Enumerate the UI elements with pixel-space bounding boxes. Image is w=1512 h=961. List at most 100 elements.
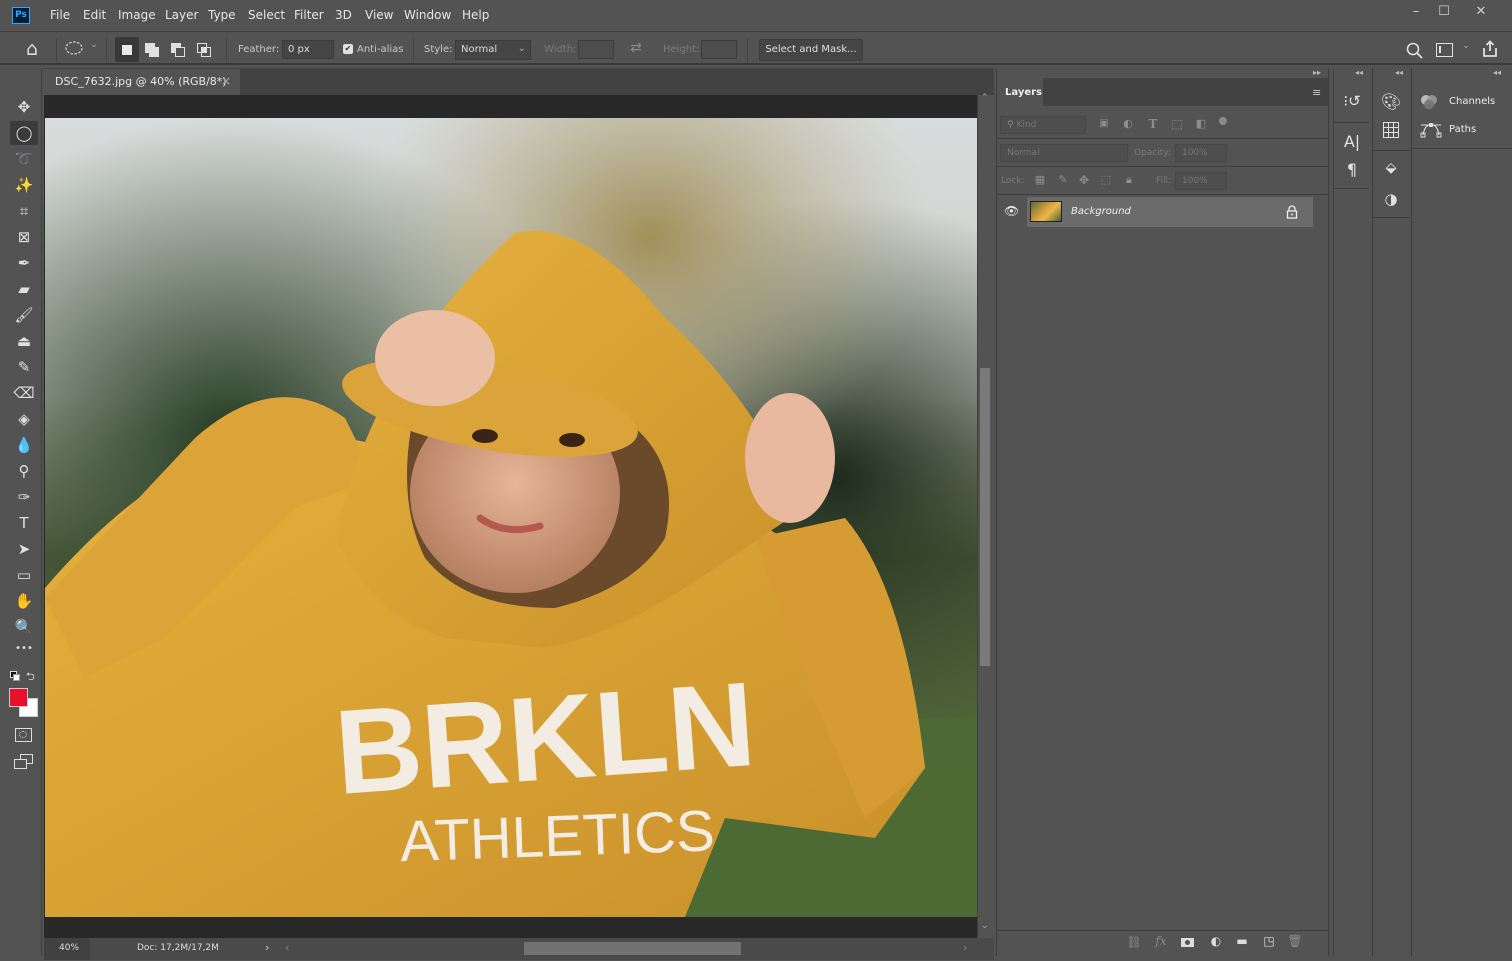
share-icon[interactable] bbox=[1481, 40, 1499, 58]
eyedropper-tool[interactable]: ✒ bbox=[10, 251, 38, 275]
color-palette-icon[interactable]: 🎨︎ bbox=[1380, 92, 1402, 111]
tab-layers[interactable]: Layers bbox=[997, 78, 1043, 107]
libraries-icon[interactable]: ⬙ bbox=[1380, 160, 1402, 176]
lasso-tool[interactable]: ➰ bbox=[10, 147, 38, 171]
document-image[interactable]: BRKLN ATHLETICS bbox=[45, 118, 977, 917]
scroll-down-icon[interactable]: ⌄ bbox=[981, 921, 989, 931]
quick-mask-button[interactable] bbox=[15, 728, 32, 742]
lock-all-icon[interactable]: 🔒︎ bbox=[1122, 173, 1136, 187]
style-dropdown[interactable]: Normal ⌄ bbox=[455, 40, 531, 60]
menu-type[interactable]: Type bbox=[208, 8, 236, 22]
menu-help[interactable]: Help bbox=[462, 8, 489, 22]
paint-bucket-tool[interactable]: ◈ bbox=[10, 407, 38, 431]
menu-edit[interactable]: Edit bbox=[83, 8, 106, 22]
close-tab-icon[interactable]: × bbox=[221, 74, 231, 88]
brush-tool[interactable]: 🖌 bbox=[10, 303, 38, 327]
adjustments-icon[interactable]: ◑ bbox=[1380, 190, 1402, 208]
foreground-color-swatch[interactable] bbox=[9, 688, 28, 707]
filter-smart-object-icon[interactable]: ◧ bbox=[1194, 117, 1208, 130]
vertical-scroll-thumb[interactable] bbox=[980, 368, 990, 666]
crop-tool[interactable]: ⌗ bbox=[10, 199, 38, 223]
filter-toggle-icon[interactable] bbox=[1219, 117, 1227, 125]
rectangle-tool[interactable]: ▭ bbox=[10, 563, 38, 587]
lock-image-pixels-icon[interactable]: ✎ bbox=[1056, 173, 1070, 186]
screen-mode-button[interactable] bbox=[14, 754, 34, 770]
feather-input[interactable]: 0 px bbox=[282, 40, 334, 59]
filter-shape-icon[interactable]: ⬚ bbox=[1170, 117, 1184, 131]
chevron-down-icon[interactable]: ⌄ bbox=[88, 40, 100, 50]
expand-panels-icon[interactable]: ◂◂ bbox=[1493, 68, 1501, 77]
layer-visibility-eye-icon[interactable]: 👁︎ bbox=[1004, 204, 1019, 218]
menu-image[interactable]: Image bbox=[118, 8, 156, 22]
character-panel-icon[interactable]: A| bbox=[1342, 132, 1362, 151]
layer-name[interactable]: Background bbox=[1071, 206, 1131, 217]
lock-position-icon[interactable]: ✥ bbox=[1077, 173, 1091, 187]
expand-panels-icon[interactable]: ◂◂ bbox=[1395, 68, 1403, 77]
menu-3d[interactable]: 3D bbox=[335, 8, 352, 22]
width-input[interactable] bbox=[578, 40, 614, 59]
new-layer-icon[interactable]: ◳ bbox=[1261, 934, 1277, 948]
menu-filter[interactable]: Filter bbox=[294, 8, 324, 22]
new-group-folder-icon[interactable]: ▬ bbox=[1234, 934, 1250, 948]
swatches-grid-icon[interactable] bbox=[1383, 122, 1399, 138]
search-icon[interactable] bbox=[1406, 42, 1424, 60]
channels-panel-button[interactable]: Channels bbox=[1420, 93, 1510, 113]
dodge-tool[interactable]: ⚲ bbox=[10, 459, 38, 483]
magic-wand-tool[interactable]: ✨ bbox=[10, 173, 38, 197]
scroll-up-icon[interactable]: ⌃ bbox=[981, 93, 989, 103]
menu-layer[interactable]: Layer bbox=[165, 8, 198, 22]
add-to-selection-button[interactable] bbox=[145, 43, 161, 59]
zoom-tool[interactable]: 🔍 bbox=[10, 615, 38, 639]
menu-select[interactable]: Select bbox=[248, 8, 285, 22]
new-adjustment-layer-icon[interactable]: ◐ bbox=[1208, 934, 1224, 948]
home-icon[interactable]: ⌂ bbox=[20, 38, 44, 60]
swap-width-height-icon[interactable]: ⇄ bbox=[626, 40, 646, 56]
layer-lock-icon[interactable] bbox=[1286, 204, 1298, 219]
anti-alias-checkbox[interactable]: ✔ bbox=[343, 44, 353, 54]
healing-brush-tool[interactable]: ▰ bbox=[10, 277, 38, 301]
minimize-button[interactable]: – bbox=[1401, 2, 1431, 24]
history-panel-icon[interactable]: ⁝↺ bbox=[1342, 92, 1362, 110]
history-brush-tool[interactable]: ✎ bbox=[10, 355, 38, 379]
layer-row-background[interactable]: Background bbox=[1027, 197, 1313, 227]
intersect-selection-button[interactable] bbox=[197, 43, 213, 59]
type-tool[interactable]: T bbox=[10, 511, 38, 535]
add-mask-icon[interactable] bbox=[1181, 938, 1194, 947]
tool-preset-picker[interactable] bbox=[64, 40, 84, 56]
lock-artboard-icon[interactable]: ⬚ bbox=[1099, 173, 1113, 186]
panel-menu-icon[interactable]: ≡ bbox=[1312, 86, 1321, 99]
link-layers-icon[interactable]: ⛓ bbox=[1126, 935, 1142, 949]
fill-input[interactable]: 100% bbox=[1175, 172, 1227, 190]
eraser-tool[interactable]: ⌫ bbox=[10, 381, 38, 405]
close-window-button[interactable]: ✕ bbox=[1466, 2, 1496, 24]
menu-window[interactable]: Window bbox=[404, 8, 451, 22]
path-selection-tool[interactable]: ➤ bbox=[10, 537, 38, 561]
expand-panels-icon[interactable]: ◂◂ bbox=[1355, 68, 1363, 77]
filter-adjustment-icon[interactable]: ◐ bbox=[1121, 117, 1135, 130]
move-tool[interactable]: ✥ bbox=[10, 95, 38, 119]
menu-view[interactable]: View bbox=[365, 8, 393, 22]
workspace-icon[interactable] bbox=[1436, 43, 1453, 57]
blend-mode-dropdown[interactable]: Normal bbox=[1000, 144, 1128, 162]
status-menu-arrow-icon[interactable]: › bbox=[265, 941, 269, 954]
zoom-level[interactable]: 40% bbox=[59, 943, 79, 953]
elliptical-marquee-tool[interactable]: ◯ bbox=[10, 121, 38, 145]
opacity-input[interactable]: 100% bbox=[1175, 144, 1227, 162]
collapse-panels-icon[interactable]: ▸▸ bbox=[1313, 68, 1321, 77]
maximize-button[interactable]: ☐ bbox=[1429, 2, 1459, 24]
blur-tool[interactable]: 💧 bbox=[10, 433, 38, 457]
new-selection-button[interactable] bbox=[115, 37, 139, 62]
layer-style-fx-icon[interactable]: fx bbox=[1153, 934, 1169, 948]
pen-tool[interactable]: ✑ bbox=[10, 485, 38, 509]
select-and-mask-button[interactable]: Select and Mask... bbox=[759, 39, 863, 61]
scroll-left-icon[interactable]: ‹ bbox=[285, 941, 289, 954]
paths-panel-button[interactable]: Paths bbox=[1420, 121, 1510, 141]
scroll-right-icon[interactable]: › bbox=[963, 941, 967, 954]
frame-tool[interactable]: ⊠ bbox=[10, 225, 38, 249]
filter-kind-dropdown[interactable]: ⚲ Kind bbox=[1000, 116, 1086, 134]
document-tab[interactable]: DSC_7632.jpg @ 40% (RGB/8*) × bbox=[44, 69, 240, 95]
filter-pixel-icon[interactable]: ▣ bbox=[1097, 118, 1111, 129]
paragraph-panel-icon[interactable]: ¶ bbox=[1342, 160, 1362, 179]
subtract-from-selection-button[interactable] bbox=[171, 43, 187, 59]
lock-transparent-pixels-icon[interactable]: ▦ bbox=[1033, 173, 1047, 186]
